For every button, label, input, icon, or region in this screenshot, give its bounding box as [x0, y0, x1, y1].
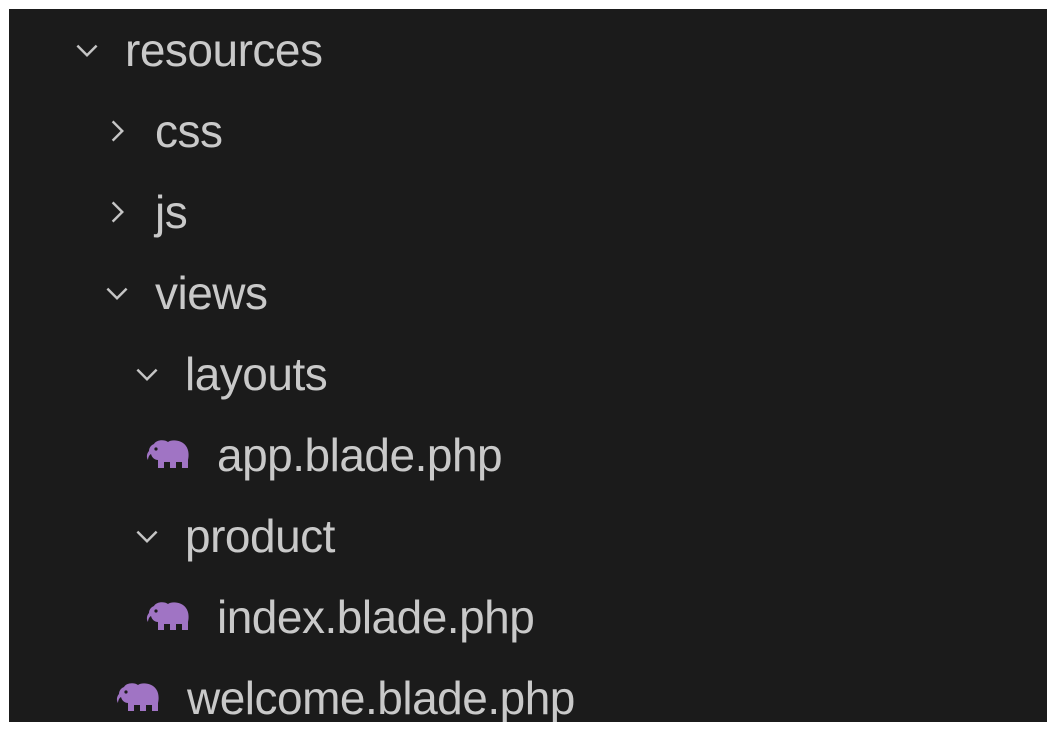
tree-item-views-folder[interactable]: views	[9, 252, 1047, 333]
tree-item-label: resources	[125, 23, 323, 76]
tree-item-label: welcome.blade.php	[187, 671, 575, 723]
chevron-down-icon[interactable]	[127, 354, 167, 394]
chevron-down-icon[interactable]	[67, 30, 107, 70]
php-elephant-icon	[145, 597, 193, 637]
tree-item-js-folder[interactable]: js	[9, 171, 1047, 252]
tree-item-label: css	[155, 104, 223, 157]
tree-item-layouts-folder[interactable]: layouts	[9, 333, 1047, 414]
php-elephant-icon	[115, 678, 163, 718]
tree-item-label: layouts	[185, 347, 328, 400]
tree-item-label: js	[155, 185, 188, 238]
php-elephant-icon	[145, 435, 193, 475]
chevron-right-icon[interactable]	[97, 111, 137, 151]
file-explorer-tree: resources css js views layouts app.blade…	[9, 9, 1047, 722]
chevron-down-icon[interactable]	[97, 273, 137, 313]
tree-item-app-blade-file[interactable]: app.blade.php	[9, 414, 1047, 495]
chevron-right-icon[interactable]	[97, 192, 137, 232]
chevron-down-icon[interactable]	[127, 516, 167, 556]
tree-item-label: app.blade.php	[217, 428, 503, 481]
tree-item-index-blade-file[interactable]: index.blade.php	[9, 576, 1047, 657]
tree-item-css-folder[interactable]: css	[9, 90, 1047, 171]
tree-item-label: product	[185, 509, 335, 562]
tree-item-product-folder[interactable]: product	[9, 495, 1047, 576]
tree-item-label: index.blade.php	[217, 590, 535, 643]
tree-item-welcome-blade-file[interactable]: welcome.blade.php	[9, 657, 1047, 722]
tree-item-label: views	[155, 266, 268, 319]
tree-item-resources-folder[interactable]: resources	[9, 9, 1047, 90]
